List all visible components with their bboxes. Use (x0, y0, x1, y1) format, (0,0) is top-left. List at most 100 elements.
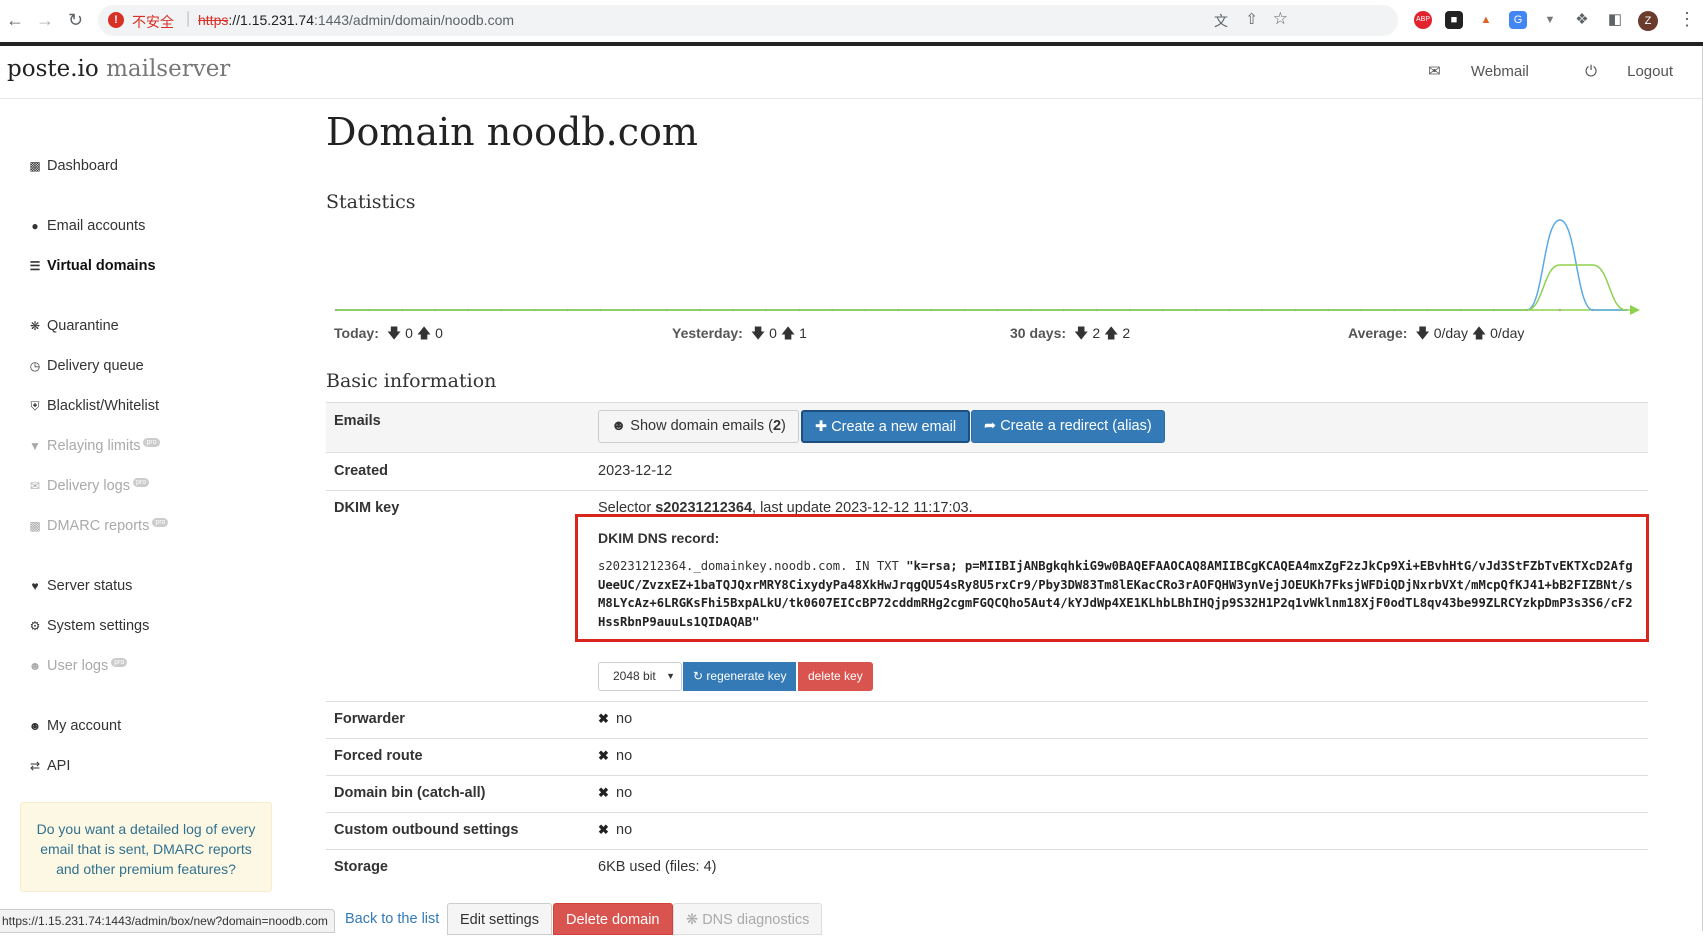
sidebar-item-user-logs[interactable]: ☻ User logs pro (27, 658, 128, 674)
basic-info-heading: Basic information (326, 370, 497, 392)
arrow-down-icon: 🡇 (750, 325, 766, 341)
clock-icon: ◷ (29, 359, 41, 373)
sidebar-item-server-status[interactable]: ♥ Server status (27, 578, 132, 594)
delete-domain-button[interactable]: Delete domain (553, 903, 673, 935)
extension-icon[interactable]: ▲ (1477, 11, 1495, 29)
user-icon: ☻ (611, 418, 627, 434)
premium-promo-link[interactable]: Do you want a detailed log of every emai… (20, 802, 272, 892)
delete-key-button[interactable]: delete key (798, 662, 873, 691)
browser-status-url: https://1.15.231.74:1443/admin/box/new?d… (0, 909, 335, 933)
bar-chart-icon: ▩ (29, 159, 41, 173)
header-divider (0, 98, 1703, 99)
edit-settings-button[interactable]: Edit settings (447, 903, 552, 935)
back-to-list-link[interactable]: Back to the list (333, 903, 451, 935)
x-icon: ✖ (598, 711, 609, 726)
regenerate-key-button[interactable]: ↻ regenerate key (683, 662, 797, 691)
bar-chart-icon: ▩ (29, 519, 41, 533)
domain-bin-label: Domain bin (catch-all) (334, 785, 486, 801)
share-icon[interactable]: ⇧ (1245, 10, 1258, 28)
puzzle-icon[interactable]: ❖ (1573, 11, 1591, 29)
insecure-label: 不安全 (132, 14, 174, 30)
extension-icon[interactable]: ■ (1445, 11, 1463, 29)
menu-icon[interactable]: ⋮ (1678, 9, 1696, 30)
sidepanel-icon[interactable]: ◧ (1606, 11, 1624, 29)
sidebar-item-virtual-domains[interactable]: ☰ Virtual domains (27, 258, 156, 274)
chart-point (1558, 308, 1562, 312)
pro-badge: pro (111, 658, 128, 667)
sidebar-item-delivery-queue[interactable]: ◷ Delivery queue (27, 358, 144, 374)
sidebar-item-system-settings[interactable]: ⚙ System settings (27, 618, 150, 634)
row-divider (326, 490, 1648, 491)
show-domain-emails-button[interactable]: ☻ Show domain emails (2) (598, 410, 799, 443)
sidebar-item-dmarc-reports[interactable]: ▩ DMARC reports pro (27, 518, 169, 534)
warning-icon: ! (108, 12, 124, 28)
exchange-icon: ⇄ (29, 759, 41, 773)
row-divider (326, 849, 1648, 850)
sidebar-item-my-account[interactable]: ☻ My account (27, 718, 121, 734)
arrow-down-icon: 🡇 (386, 325, 402, 341)
x-icon: ✖ (598, 785, 609, 800)
x-icon: ✖ (598, 748, 609, 763)
key-size-select[interactable]: 2048 bit ▼ (598, 662, 682, 691)
url-separator: | (186, 10, 191, 27)
back-icon[interactable]: ← (6, 10, 24, 31)
power-icon: ⏻ (1585, 63, 1597, 80)
sidebar-item-blacklist-whitelist[interactable]: ⛨ Blacklist/Whitelist (27, 398, 159, 414)
sidebar-item-quarantine[interactable]: ❋ Quarantine (27, 318, 119, 334)
reload-icon[interactable]: ↻ (68, 10, 83, 31)
row-divider (326, 452, 1648, 453)
storage-value: 6KB used (files: 4) (598, 859, 717, 875)
top-links: ✉ Webmail ⏻ Logout (1376, 62, 1673, 80)
adblock-icon[interactable]: ABP (1414, 11, 1432, 29)
row-divider (326, 775, 1648, 776)
arrow-up-icon: 🡅 (1471, 325, 1487, 341)
arrow-up-icon: 🡅 (416, 325, 432, 341)
arrow-down-icon: 🡇 (1415, 325, 1430, 341)
url-text[interactable]: https://1.15.231.74:1443/admin/domain/no… (198, 12, 514, 28)
dns-diagnostics-button[interactable]: ❋ DNS diagnostics (673, 903, 823, 935)
create-new-email-button[interactable]: ✚ Create a new email (801, 410, 971, 443)
refresh-icon: ↻ (693, 669, 704, 683)
row-divider (326, 738, 1648, 739)
chart-series-line (336, 219, 1626, 311)
sidebar-item-delivery-logs[interactable]: ✉ Delivery logs pro (27, 478, 150, 494)
created-label: Created (334, 463, 388, 479)
dkim-dns-record[interactable]: s20231212364._domainkey.noodb.com. IN TX… (598, 557, 1634, 631)
browser-toolbar: ← → ↻ ! 不安全 | https://1.15.231.74:1443/a… (0, 0, 1703, 43)
forward-icon[interactable]: → (36, 10, 54, 31)
sidebar-item-api[interactable]: ⇄ API (27, 758, 70, 774)
webmail-link[interactable]: ✉ Webmail (1402, 63, 1529, 80)
user-icon: ☻ (28, 659, 42, 673)
page-title: Domain noodb.com (326, 110, 698, 154)
arrow-down-icon: 🡇 (1074, 325, 1089, 341)
share-icon: ➦ (984, 418, 997, 434)
user-icon: ☻ (28, 719, 42, 733)
envelope-icon: ✉ (29, 479, 41, 493)
stat-today: Today: 🡇 0 🡅 0 (334, 325, 443, 341)
star-icon[interactable]: ☆ (1273, 9, 1288, 29)
forced-route-label: Forced route (334, 748, 423, 764)
translate-icon[interactable]: 文 (1214, 11, 1228, 31)
brand-logo[interactable]: poste.io mailserver (7, 56, 230, 82)
google-translate-icon[interactable]: G (1509, 11, 1527, 29)
stat-yesterday: Yesterday: 🡇 0 🡅 1 (672, 325, 807, 341)
create-redirect-button[interactable]: ➦ Create a redirect (alias) (971, 410, 1165, 443)
pro-badge: pro (143, 438, 160, 447)
chevron-down-icon: ▼ (666, 671, 675, 681)
cogs-icon: ⚙ (29, 619, 41, 633)
forwarder-label: Forwarder (334, 711, 405, 727)
sidebar-item-relaying-limits[interactable]: ▼ Relaying limits pro (27, 438, 160, 454)
bug-icon: ❋ (29, 319, 41, 333)
sidebar-item-dashboard[interactable]: ▩ Dashboard (27, 158, 118, 174)
vue-devtools-icon[interactable]: ▼ (1541, 11, 1559, 29)
bug-icon: ❋ (686, 912, 699, 928)
logout-link[interactable]: ⏻ Logout (1559, 63, 1673, 80)
sidebar-item-email-accounts[interactable]: ● Email accounts (27, 218, 145, 234)
row-divider (326, 812, 1648, 813)
envelope-icon: ✉ (1428, 63, 1441, 80)
profile-avatar[interactable]: Z (1638, 11, 1658, 31)
address-bar[interactable]: ! 不安全 | https://1.15.231.74:1443/admin/d… (98, 5, 1398, 36)
dkim-dns-title: DKIM DNS record: (598, 530, 720, 546)
storage-label: Storage (334, 859, 388, 875)
custom-outbound-value: ✖ no (598, 822, 633, 838)
